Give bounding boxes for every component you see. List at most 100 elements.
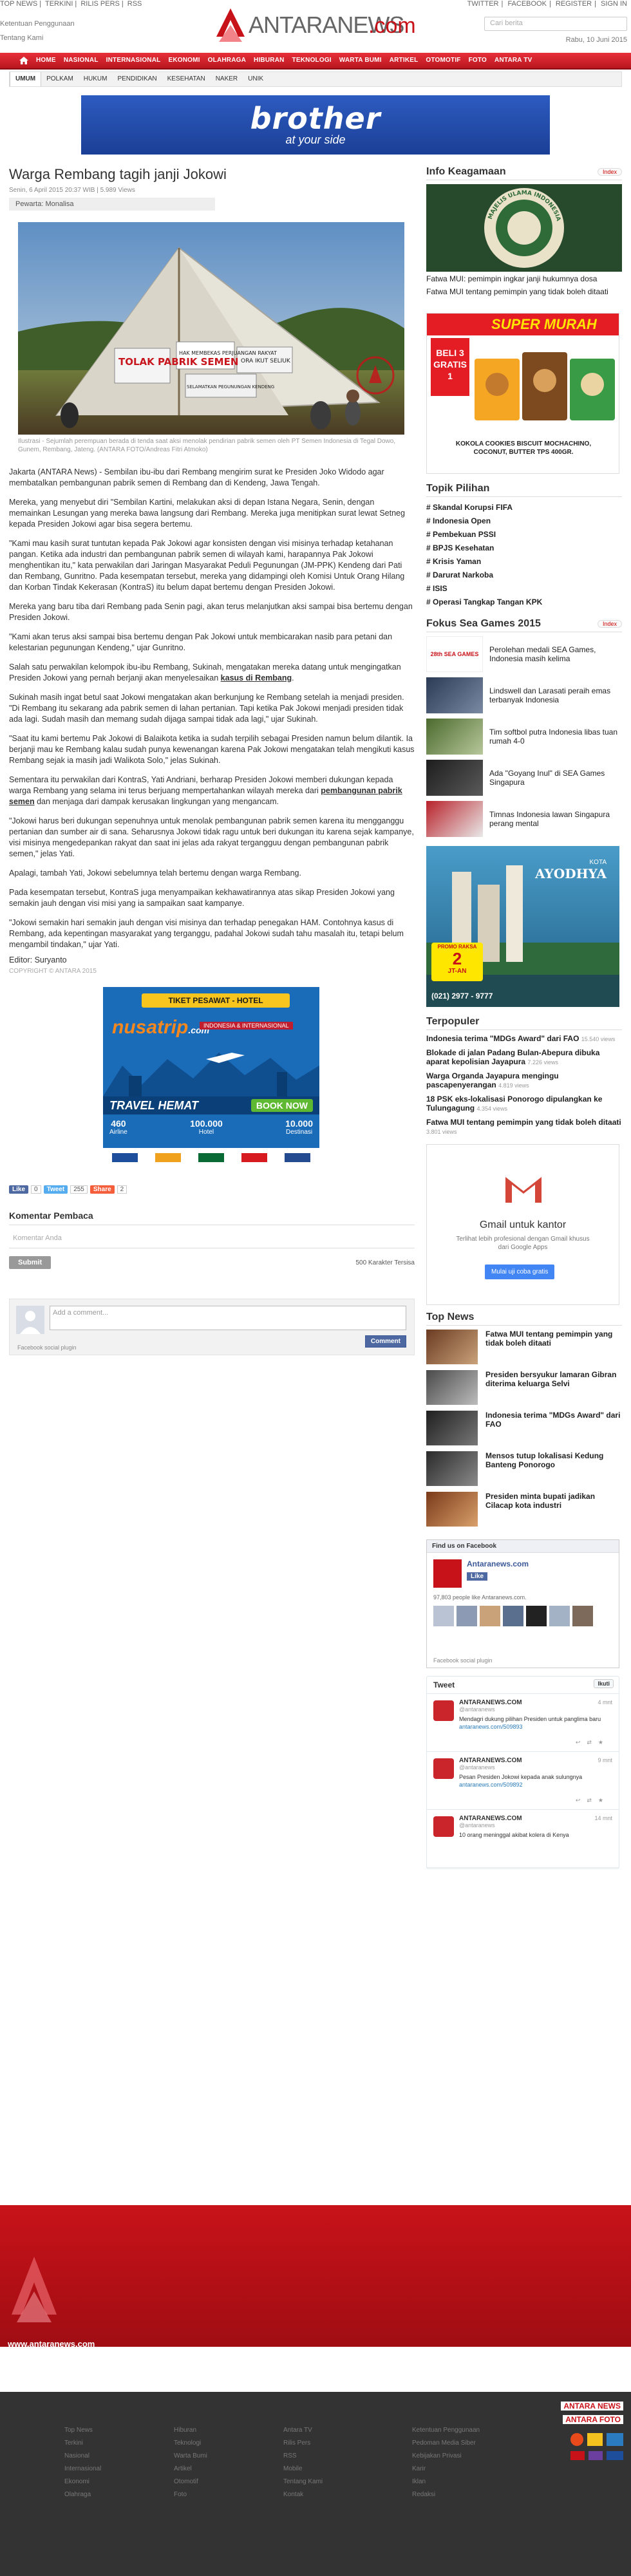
popular-item[interactable]: Indonesia terima "MDGs Award" dari FAO 1… [426, 1034, 622, 1044]
fbpage-name[interactable]: Antaranews.com [467, 1559, 529, 1568]
nav-nasional[interactable]: NASIONAL [60, 53, 102, 68]
subnav-polkam[interactable]: POLKAM [41, 72, 79, 86]
topik-item[interactable]: # BPJS Kesehatan [426, 541, 622, 555]
topik-item[interactable]: # ISIS [426, 582, 622, 596]
twitter-follow-button[interactable]: Ikuti [594, 1679, 614, 1688]
tweet-link[interactable]: antaranews.com/509892 [459, 1782, 523, 1788]
top-news-item[interactable]: Presiden bersyukur lamaran Gibran diteri… [426, 1370, 622, 1405]
brand-antaranews[interactable]: ANTARA NEWS [561, 2402, 623, 2411]
nav-ekonomi[interactable]: EKONOMI [164, 53, 203, 68]
facebook-like-button[interactable]: Like [9, 1185, 29, 1194]
footer-link[interactable]: Kebijakan Privasi [412, 2450, 480, 2463]
subnav-kesehatan[interactable]: KESEHATAN [162, 72, 211, 86]
footer-link[interactable]: Terkini [64, 2437, 101, 2450]
search-input[interactable]: Cari berita [484, 17, 627, 31]
footer-link[interactable]: Pedoman Media Siber [412, 2437, 480, 2450]
footer-link[interactable]: Antara TV [283, 2424, 323, 2437]
subnav-pendidikan[interactable]: PENDIDIKAN [112, 72, 162, 86]
subnav-naker[interactable]: NAKER [211, 72, 243, 86]
footer-link[interactable]: Foto [174, 2488, 207, 2501]
fbpage-plugin[interactable]: Facebook social plugin [433, 1657, 493, 1664]
gmail-cta-button[interactable]: Mulai uji coba gratis [485, 1264, 555, 1279]
nav-otomotif[interactable]: OTOMOTIF [422, 53, 464, 68]
top-link-topnews[interactable]: TOP NEWS [0, 0, 37, 8]
nav-home[interactable]: HOME [32, 53, 60, 68]
footer-link[interactable]: Tentang Kami [283, 2476, 323, 2488]
topik-item[interactable]: # Pembekuan PSSI [426, 528, 622, 541]
fsg-item[interactable]: Timnas Indonesia lawan Singapura perang … [426, 801, 622, 837]
footer-link[interactable]: Top News [64, 2424, 101, 2437]
comment-submit-button[interactable]: Submit [9, 1256, 52, 1269]
fb-comment-button[interactable]: Comment [364, 1335, 406, 1348]
top-link-rss[interactable]: RSS [127, 0, 142, 8]
nav-artikel[interactable]: ARTIKEL [386, 53, 422, 68]
subnav-hukum[interactable]: HUKUM [79, 72, 113, 86]
footer-link[interactable]: Hiburan [174, 2424, 207, 2437]
info-item[interactable]: Fatwa MUI: pemimpin ingkar janji hukumny… [426, 274, 622, 283]
tweet-actions[interactable]: ↩⇄★ [576, 1797, 610, 1804]
nav-antara-tv[interactable]: ANTARA TV [491, 53, 536, 68]
link-kasus-rembang[interactable]: kasus di Rembang [221, 673, 292, 682]
register-link[interactable]: REGISTER [556, 0, 592, 8]
popular-item[interactable]: Blokade di jalan Padang Bulan-Abepura di… [426, 1048, 622, 1067]
top-link-rilis-pers[interactable]: RILIS PERS [80, 0, 120, 8]
comment-input[interactable]: Komentar Anda [9, 1232, 415, 1248]
footer-link[interactable]: Redaksi [412, 2488, 480, 2501]
fbpage-like-button[interactable]: Like [467, 1572, 488, 1581]
footer-link[interactable]: Rilis Pers [283, 2437, 323, 2450]
fsg-item[interactable]: 28th SEA GAMES Perolehan medali SEA Game… [426, 636, 622, 672]
sign-in-link[interactable]: SIGN IN [601, 0, 627, 8]
index-button[interactable]: Index [597, 620, 622, 628]
topik-item[interactable]: # Darurat Narkoba [426, 569, 622, 582]
ad-nusatrip[interactable]: TIKET PESAWAT - HOTEL nusatrip.com INDON… [103, 987, 319, 1167]
footer-link[interactable]: Mobile [283, 2463, 323, 2476]
top-news-item[interactable]: Mensos tutup lokalisasi Kedung Banteng P… [426, 1451, 622, 1486]
footer-link[interactable]: Nasional [64, 2450, 101, 2463]
footer-site[interactable]: www.antaranews.com [8, 2339, 95, 2349]
share-button[interactable]: Share [89, 1185, 115, 1194]
footer-link[interactable]: Iklan [412, 2476, 480, 2488]
subnav-unik[interactable]: UNIK [243, 72, 268, 86]
ad-nusa-book-button[interactable]: BOOK NOW [250, 1099, 313, 1112]
top-news-item[interactable]: Fatwa MUI tentang pemimpin yang tidak bo… [426, 1330, 622, 1364]
topik-item[interactable]: # Skandal Korupsi FIFA [426, 501, 622, 514]
brand-antarafoto[interactable]: ANTARA FOTO [563, 2415, 623, 2424]
footer-link[interactable]: Teknologi [174, 2437, 207, 2450]
tweet-actions[interactable]: ↩⇄★ [576, 1739, 610, 1746]
tweet-item[interactable]: ANTARANEWS.COM @antaranews Pesan Preside… [427, 1752, 619, 1810]
facebook-link[interactable]: FACEBOOK [507, 0, 547, 8]
subnav-umum[interactable]: UMUM [10, 72, 42, 86]
footer-link[interactable]: Karir [412, 2463, 480, 2476]
tweet-item[interactable]: ANTARANEWS.COM @antaranews Mendagri duku… [427, 1694, 619, 1752]
fb-comment-input[interactable]: Add a comment... [50, 1306, 406, 1330]
nav-warta-bumi[interactable]: WARTA BUMI [335, 53, 386, 68]
popular-item[interactable]: Fatwa MUI tentang pemimpin yang tidak bo… [426, 1118, 622, 1136]
antaranews-logo[interactable]: ANTARANEWS .com [205, 3, 426, 46]
footer-link[interactable]: Kontak [283, 2488, 323, 2501]
home-icon[interactable] [19, 57, 28, 64]
footer-link[interactable]: Otomotif [174, 2476, 207, 2488]
top-link-terkini[interactable]: TERKINI [45, 0, 73, 8]
link-tentang-kami[interactable]: Tentang Kami [0, 31, 75, 45]
info-item[interactable]: Fatwa MUI tentang pemimpin yang tidak bo… [426, 287, 622, 296]
nav-hiburan[interactable]: HIBURAN [250, 53, 288, 68]
fsg-item[interactable]: Tim softbol putra Indonesia libas tuan r… [426, 719, 622, 755]
nav-olahraga[interactable]: OLAHRAGA [204, 53, 250, 68]
footer-link[interactable]: Ekonomi [64, 2476, 101, 2488]
popular-item[interactable]: Warga Organda Jayapura mengingu pascapen… [426, 1071, 622, 1090]
footer-link[interactable]: Warta Bumi [174, 2450, 207, 2463]
topik-item[interactable]: # Indonesia Open [426, 514, 622, 528]
footer-link[interactable]: Artikel [174, 2463, 207, 2476]
fb-plugin-label[interactable]: Facebook social plugin [17, 1344, 77, 1351]
tweet-item[interactable]: ANTARANEWS.COM @antaranews 10 orang meni… [427, 1810, 619, 1868]
fsg-item[interactable]: Ada "Goyang Inul" di SEA Games Singapura [426, 760, 622, 796]
tweet-button[interactable]: Tweet [43, 1185, 68, 1194]
nav-teknologi[interactable]: TEKNOLOGI [288, 53, 335, 68]
nav-internasional[interactable]: INTERNASIONAL [102, 53, 165, 68]
ad-gmail[interactable]: Gmail untuk kantor Terlihat lebih profes… [426, 1144, 619, 1305]
topik-item[interactable]: # Krisis Yaman [426, 555, 622, 569]
index-button[interactable]: Index [597, 168, 622, 176]
topik-item[interactable]: # Operasi Tangkap Tangan KPK [426, 596, 622, 609]
ad-super-murah[interactable]: SUPER MURAH BELI 3 GRATIS 1 KOKOLA COOKI… [426, 313, 619, 474]
top-news-item[interactable]: Presiden minta bupati jadikan Cilacap ko… [426, 1492, 622, 1527]
